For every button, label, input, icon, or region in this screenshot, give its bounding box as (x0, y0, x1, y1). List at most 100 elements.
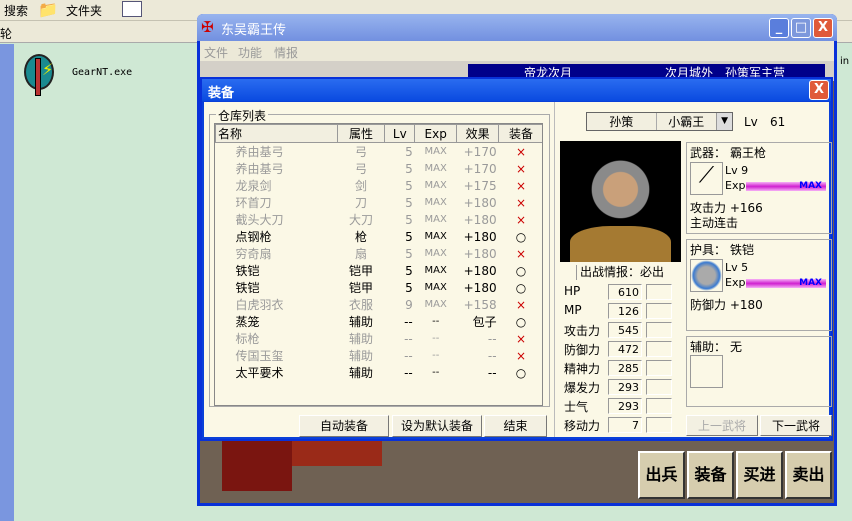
stat-value: 545 (608, 322, 642, 338)
dialog-close-button[interactable]: X (809, 80, 829, 100)
col-effect[interactable]: 效果 (456, 124, 500, 143)
menu-info[interactable]: 情报 (274, 44, 298, 61)
cell-exp: MAX (424, 265, 447, 276)
cell-type: 辅助 (348, 349, 373, 363)
storage-list[interactable]: 名称 属性 Lv Exp 效果 装备 养由基弓弓 5 MAX +170 × 养由基弓弓 5 M… (214, 123, 543, 406)
sell-button[interactable]: 卖出 (785, 451, 832, 499)
cell-lv: -- (404, 365, 413, 380)
cell-exp: MAX (424, 197, 447, 208)
cell-name: 太平要术 (235, 366, 284, 380)
address-label: 轮 (0, 27, 13, 41)
aux-name: 无 (730, 340, 743, 354)
stat-row: 攻击力 545 (564, 322, 672, 339)
cell-exp: MAX (424, 299, 447, 310)
end-button[interactable]: 结束 (484, 415, 547, 437)
maximize-button[interactable]: □ (791, 18, 811, 38)
stat-value: 293 (608, 398, 642, 414)
cell-effect: +180 (463, 195, 497, 210)
col-name[interactable]: 名称 (215, 124, 338, 143)
menu-function[interactable]: 功能 (238, 44, 262, 61)
close-window-button[interactable]: X (813, 18, 833, 38)
cell-exp: -- (432, 333, 440, 344)
cell-type: 扇 (354, 247, 367, 261)
sortie-button[interactable]: 出兵 (638, 451, 685, 499)
stat-label: 攻击力 (564, 324, 601, 338)
cell-exp: MAX (424, 231, 447, 242)
cell-lv: -- (404, 314, 413, 329)
armor-box: 护具： 铁铠 Lv 5 Exp MAX 防御力 +180 (686, 239, 832, 331)
general-portrait (560, 141, 681, 262)
table-row[interactable]: 太平要术 辅助 -- -- -- ○ (216, 364, 543, 381)
auto-equip-button[interactable]: 自动装备 (299, 415, 389, 437)
table-row[interactable]: 铁铠 铠甲 5 MAX +180 ○ (216, 279, 543, 296)
col-equip[interactable]: 装备 (498, 124, 542, 143)
table-row[interactable]: 养由基弓 弓 5 MAX +170 × (216, 143, 543, 161)
right-fragment: in (840, 56, 850, 67)
table-row[interactable]: 穷奇扇 扇 5 MAX +180 × (216, 245, 543, 262)
table-row[interactable]: 龙泉剑 剑 5 MAX +175 × (216, 177, 543, 194)
minimize-button[interactable]: _ (769, 18, 789, 38)
cell-lv: 5 (405, 263, 413, 278)
cell-equip: × (516, 144, 527, 159)
table-row[interactable]: 蒸笼 辅助 -- -- 包子 ○ (216, 313, 543, 330)
cell-type: 辅助 (348, 366, 373, 380)
table-row[interactable]: 点钢枪 枪 5 MAX +180 ○ (216, 228, 543, 245)
table-row[interactable]: 铁铠 铠甲 5 MAX +180 ○ (216, 262, 543, 279)
armor-icon (690, 259, 723, 292)
buy-button[interactable]: 买进 (736, 451, 783, 499)
table-header: 名称 属性 Lv Exp 效果 装备 (215, 124, 542, 143)
task-pane (0, 44, 14, 521)
table-row[interactable]: 标枪 辅助 -- -- -- × (216, 330, 543, 347)
dialog-body: 仓库列表 名称 属性 Lv Exp 效果 装备 养由基弓弓 5 MAX +170 × 养由… (204, 102, 832, 437)
folder-icon: 📁 (38, 0, 58, 19)
general-lv-label: Lv (744, 115, 758, 129)
prev-general-button[interactable]: 上一武将 (686, 415, 758, 436)
weapon-box: 武器： 霸王枪 ⟋ Lv 9 Exp MAX 攻击力 +166 主动连击 (686, 142, 832, 234)
table-row[interactable]: 白虎羽衣 衣服 9 MAX +158 × (216, 296, 543, 313)
table-row[interactable]: 截头大刀 大刀 5 MAX +180 × (216, 211, 543, 228)
table-row[interactable]: 养由基弓 弓 5 MAX +170 × (216, 160, 543, 177)
cell-effect: +180 (463, 280, 497, 295)
dialog-titlebar[interactable]: 装备 X (202, 79, 831, 101)
chevron-down-icon[interactable]: ▼ (716, 113, 732, 130)
file-name[interactable]: GearNT.exe (72, 67, 132, 78)
folders-button[interactable]: 文件夹 (66, 2, 102, 19)
stat-value: 285 (608, 360, 642, 376)
col-exp[interactable]: Exp (414, 124, 458, 143)
game-titlebar[interactable]: ✠ 东吴霸王传 _ □ X (197, 14, 837, 41)
stat-bonus (646, 379, 672, 395)
cell-effect: 包子 (472, 315, 497, 329)
stat-label: 防御力 (564, 343, 601, 357)
set-default-button[interactable]: 设为默认装备 (392, 415, 482, 437)
table-row[interactable]: 传国玉玺 辅助 -- -- -- × (216, 347, 543, 364)
equip-button[interactable]: 装备 (687, 451, 734, 499)
cell-effect: +180 (463, 212, 497, 227)
stat-row: 爆发力 293 (564, 379, 672, 396)
stat-value: 472 (608, 341, 642, 357)
stat-label: 士气 (564, 400, 589, 414)
cell-name: 龙泉剑 (235, 179, 272, 193)
cell-exp: MAX (424, 248, 447, 259)
cell-exp: -- (432, 367, 440, 378)
menu-file[interactable]: 文件 (204, 44, 228, 61)
storage-label: 仓库列表 (216, 107, 269, 124)
views-icon[interactable] (122, 1, 142, 17)
cell-lv: 5 (405, 280, 413, 295)
general-select[interactable]: 孙策 小霸王 ▼ (586, 112, 733, 131)
table-row[interactable]: 环首刀 刀 5 MAX +180 × (216, 194, 543, 211)
cell-equip: ○ (515, 229, 527, 244)
cell-exp: -- (432, 350, 440, 361)
cell-type: 弓 (354, 145, 367, 159)
gearnt-file-icon[interactable]: ⚡ (18, 50, 64, 98)
search-button[interactable]: 搜索 (4, 2, 28, 19)
cell-lv: 5 (405, 212, 413, 227)
next-general-button[interactable]: 下一武将 (760, 415, 832, 436)
cell-lv: 5 (405, 178, 413, 193)
cell-exp: MAX (424, 214, 447, 225)
col-lv[interactable]: Lv (384, 124, 416, 143)
col-type[interactable]: 属性 (336, 124, 386, 143)
armor-exp-label: Exp (725, 276, 746, 289)
cell-exp: MAX (424, 282, 447, 293)
stat-bonus (646, 284, 672, 300)
weapon-exp-bar: MAX (746, 182, 826, 191)
